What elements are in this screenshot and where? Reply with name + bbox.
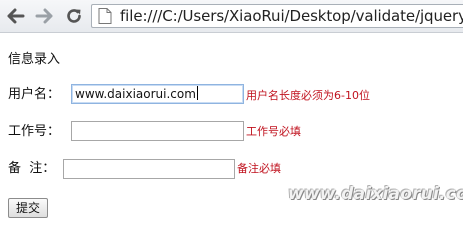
username-value: www.daixiaorui.com bbox=[75, 87, 196, 101]
watermark-text: www.daixiaorui.com bbox=[288, 184, 463, 204]
text-caret bbox=[196, 86, 198, 100]
username-error: 用户名长度必须为6-10位 bbox=[246, 89, 370, 102]
work-number-error: 工作号必填 bbox=[246, 125, 301, 138]
form-title: 信息录入 bbox=[8, 52, 61, 67]
remark-input[interactable] bbox=[63, 159, 235, 179]
forward-arrow-icon[interactable] bbox=[33, 5, 55, 27]
page-icon bbox=[98, 8, 112, 24]
remark-label: 备 注： bbox=[8, 161, 56, 176]
browser-toolbar: file:///C:/Users/XiaoRui/Desktop/validat… bbox=[0, 0, 463, 33]
page-content: 信息录入 用户名： www.daixiaorui.com 用户名长度必须为6-1… bbox=[0, 32, 463, 238]
url-text: file:///C:/Users/XiaoRui/Desktop/validat… bbox=[120, 7, 463, 25]
work-number-label: 工作号： bbox=[8, 124, 61, 139]
remark-error: 备注必填 bbox=[237, 162, 281, 175]
reload-icon[interactable] bbox=[63, 5, 85, 27]
submit-button[interactable]: 提交 bbox=[8, 198, 48, 218]
username-label: 用户名： bbox=[8, 87, 61, 102]
work-number-input[interactable] bbox=[71, 121, 244, 141]
username-input[interactable]: www.daixiaorui.com bbox=[71, 84, 244, 104]
address-bar[interactable]: file:///C:/Users/XiaoRui/Desktop/validat… bbox=[91, 4, 463, 28]
back-arrow-icon[interactable] bbox=[5, 5, 27, 27]
